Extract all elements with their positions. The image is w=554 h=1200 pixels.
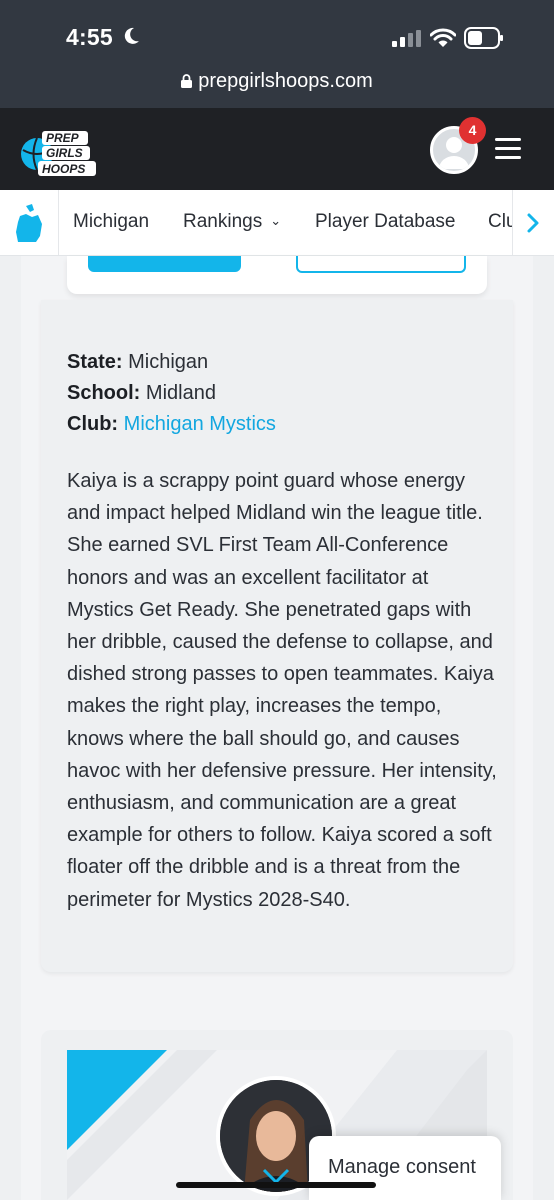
school-label: School: <box>67 382 141 404</box>
nav-item-player-database[interactable]: Player Database <box>315 211 455 233</box>
secondary-action-button[interactable] <box>296 256 466 273</box>
primary-action-button[interactable] <box>88 256 241 272</box>
moon-icon <box>124 27 139 44</box>
state-nav-bar: Michigan Rankings ⌄ Player Database Clu <box>0 190 554 256</box>
battery-icon <box>464 27 503 49</box>
player-bio: Kaiya is a scrappy point guard whose ene… <box>67 470 497 911</box>
logo-line-3: HOOPS <box>42 162 85 176</box>
nav-divider <box>58 190 59 255</box>
school-row: School: Midland <box>67 382 216 405</box>
menu-button[interactable] <box>495 138 521 160</box>
club-row: Club: Michigan Mystics <box>67 413 276 436</box>
michigan-state-icon[interactable] <box>12 202 46 244</box>
school-value: Midland <box>145 382 216 404</box>
state-value: Michigan <box>128 351 209 373</box>
state-label: State: <box>67 351 123 373</box>
state-row: State: Michigan <box>67 351 208 374</box>
menu-line <box>495 147 521 150</box>
signal-icon <box>392 30 421 47</box>
club-link[interactable]: Michigan Mystics <box>124 413 276 435</box>
manage-consent-button[interactable]: Manage consent <box>309 1136 501 1200</box>
chevron-right-icon[interactable] <box>526 212 540 234</box>
menu-line <box>495 156 521 159</box>
url-text: prepgirlshoops.com <box>198 70 373 92</box>
lock-icon <box>181 74 193 88</box>
chevron-down-icon: ⌄ <box>270 213 282 228</box>
club-label: Club: <box>67 413 119 435</box>
nav-item-rankings-label: Rankings <box>183 211 263 232</box>
wifi-icon <box>430 28 456 47</box>
prep-girls-hoops-logo[interactable]: PREP GIRLS HOOPS <box>20 128 100 180</box>
url-bar[interactable]: prepgirlshoops.com <box>0 70 554 93</box>
menu-line <box>495 138 521 141</box>
notification-badge[interactable]: 4 <box>459 117 486 144</box>
status-time: 4:55 <box>66 24 113 50</box>
nav-item-michigan[interactable]: Michigan <box>73 211 149 233</box>
nav-item-rankings[interactable]: Rankings ⌄ <box>183 211 281 233</box>
logo-line-1: PREP <box>46 131 80 145</box>
home-indicator[interactable] <box>176 1182 376 1188</box>
logo-line-2: GIRLS <box>46 146 83 160</box>
